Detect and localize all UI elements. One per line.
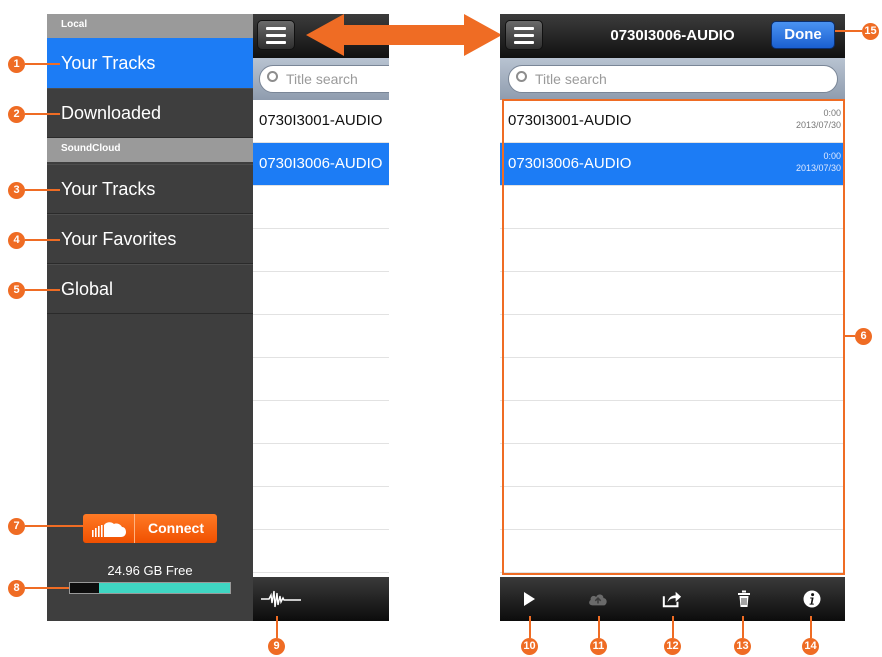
cloud-upload-icon[interactable] (588, 589, 608, 609)
track-row[interactable]: 0730I3001-AUDIO 0:00 2013/07/30 (500, 100, 845, 143)
track-duration: 0:00 (823, 108, 841, 118)
track-title: 0730I3006-AUDIO (508, 155, 632, 172)
menu-item-global[interactable]: Global (47, 264, 253, 314)
callout-badge: 14 (802, 638, 819, 655)
section-header-local: Local (47, 14, 253, 38)
trash-icon[interactable] (734, 589, 754, 609)
storage-free-fill (98, 583, 230, 593)
track-title: 0730I3001-AUDIO (259, 112, 383, 129)
callout-badge: 12 (664, 638, 681, 655)
detail-navbar: 0730I3006-AUDIO Done (500, 14, 845, 58)
track-row-selected[interactable]: 0730I3006-AUDIO (253, 143, 389, 186)
swap-arrow-icon (306, 14, 502, 56)
search-input[interactable]: Title search (508, 65, 838, 93)
callout-badge: 15 (862, 23, 879, 40)
track-duration: 0:00 (823, 151, 841, 161)
play-icon[interactable] (519, 589, 539, 609)
callout-badge: 4 (8, 232, 25, 249)
track-date: 2013/07/30 (795, 120, 841, 130)
track-row[interactable]: 0730I3001-AUDIO (253, 100, 389, 143)
track-date: 2013/07/30 (795, 163, 841, 173)
connect-label: Connect (148, 520, 204, 536)
done-button[interactable]: Done (771, 21, 835, 49)
waveform-icon[interactable] (261, 589, 301, 614)
search-bar: Title search (253, 58, 389, 100)
callout-badge: 8 (8, 580, 25, 597)
callout-badge: 2 (8, 106, 25, 123)
search-input[interactable]: Title search (259, 65, 389, 93)
action-toolbar (500, 577, 845, 621)
soundcloud-connect-button[interactable]: Connect (83, 514, 217, 543)
storage-bar (69, 582, 231, 594)
share-icon[interactable] (662, 589, 682, 609)
menu-item-local-your-tracks[interactable]: Your Tracks (47, 38, 253, 88)
search-bar: Title search (500, 58, 845, 100)
callout-badge: 3 (8, 182, 25, 199)
menu-toggle-button[interactable] (257, 20, 295, 50)
menu-item-soundcloud-your-tracks[interactable]: Your Tracks (47, 164, 253, 214)
player-bar (253, 577, 389, 621)
track-title: 0730I3006-AUDIO (259, 155, 383, 172)
callout-badge: 9 (268, 638, 285, 655)
track-list-partial: Title search 0730I3001-AUDIO 0730I3006-A… (253, 14, 389, 621)
callout-badge: 10 (521, 638, 538, 655)
search-icon (267, 71, 278, 82)
callout-badge: 13 (734, 638, 751, 655)
callout-badge: 7 (8, 518, 25, 535)
storage-used (70, 583, 99, 593)
menu-item-downloaded[interactable]: Downloaded (47, 88, 253, 138)
info-icon[interactable] (802, 589, 822, 609)
section-header-soundcloud: SoundCloud (47, 138, 253, 162)
track-title: 0730I3001-AUDIO (508, 112, 632, 129)
side-menu: Local Your Tracks Downloaded SoundCloud … (47, 14, 253, 621)
track-meta: 0:00 2013/07/30 (796, 107, 841, 131)
storage-free-label: 24.96 GB Free (107, 563, 193, 578)
track-meta: 0:00 2013/07/30 (796, 150, 841, 174)
callout-badge: 5 (8, 282, 25, 299)
track-detail-panel: 0730I3006-AUDIO Done Title search 0730I3… (500, 14, 845, 621)
search-icon (516, 71, 527, 82)
callout-badge: 6 (855, 328, 872, 345)
track-row-selected[interactable]: 0730I3006-AUDIO 0:00 2013/07/30 (500, 143, 845, 186)
callout-badge: 11 (590, 638, 607, 655)
soundcloud-logo-icon (83, 514, 135, 543)
callout-badge: 1 (8, 56, 25, 73)
menu-item-your-favorites[interactable]: Your Favorites (47, 214, 253, 264)
